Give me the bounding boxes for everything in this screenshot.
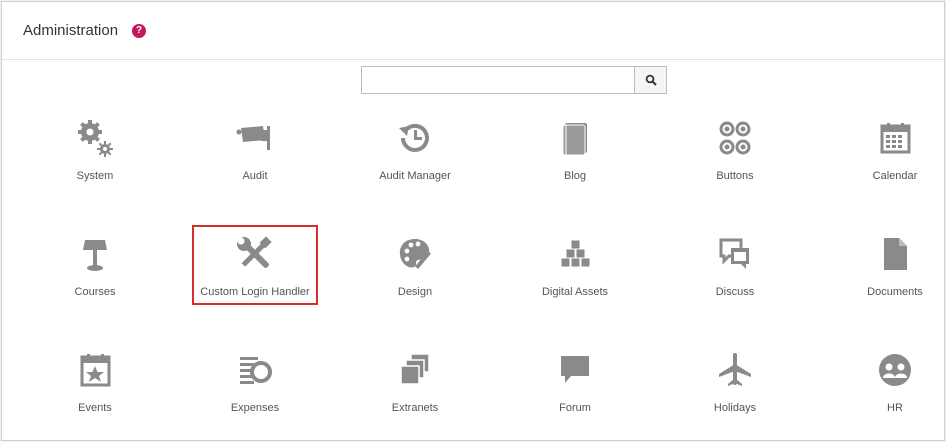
buttons-icon — [719, 121, 751, 155]
search-bar — [361, 66, 667, 94]
coins-icon — [240, 357, 272, 384]
tile-label: Extranets — [391, 402, 439, 414]
tile-buttons[interactable]: Buttons — [673, 114, 797, 194]
tile-label: Forum — [559, 402, 591, 414]
tile-label: Events — [78, 402, 112, 414]
palette-icon — [399, 239, 431, 269]
tile-label: Audit Manager — [379, 170, 451, 182]
tile-expenses[interactable]: Expenses — [193, 346, 317, 426]
document-icon — [884, 238, 907, 270]
tile-label: Custom Login Handler — [200, 286, 310, 298]
tile-documents[interactable]: Documents — [833, 230, 946, 310]
tile-design[interactable]: Design — [353, 230, 477, 310]
stacked-windows-icon — [400, 353, 430, 385]
tile-blog[interactable]: Blog — [513, 114, 637, 194]
airplane-icon — [719, 353, 751, 386]
tile-audit-manager[interactable]: Audit Manager — [353, 114, 477, 194]
tile-label: Courses — [74, 286, 116, 298]
notebook-icon — [562, 123, 587, 156]
panel-header: Administration ? — [2, 2, 944, 60]
lectern-icon — [83, 240, 107, 271]
tile-label: Calendar — [872, 170, 918, 182]
chat-bubbles-icon — [719, 238, 749, 269]
tile-label: Blog — [563, 170, 587, 182]
tile-events[interactable]: Events — [33, 346, 157, 426]
tile-label: Holidays — [713, 402, 757, 414]
tile-calendar[interactable]: Calendar — [833, 114, 946, 194]
search-input[interactable] — [361, 66, 634, 94]
calendar-star-icon — [80, 354, 111, 387]
security-camera-icon — [236, 126, 270, 150]
tile-label: Expenses — [230, 402, 280, 414]
help-icon[interactable]: ? — [132, 23, 147, 38]
tile-courses[interactable]: Courses — [33, 230, 157, 310]
search-icon — [645, 74, 657, 86]
tile-label: Digital Assets — [541, 286, 609, 298]
page-title: Administration — [23, 22, 119, 39]
tile-forum[interactable]: Forum — [513, 346, 637, 426]
tile-audit[interactable]: Audit — [193, 114, 317, 194]
tile-holidays[interactable]: Holidays — [673, 346, 797, 426]
speech-bubble-icon — [561, 356, 589, 383]
tile-digital-assets[interactable]: Digital Assets — [513, 230, 637, 310]
tile-system[interactable]: System — [33, 114, 157, 194]
tile-label: Buttons — [716, 170, 754, 182]
boxes-icon — [560, 239, 591, 268]
tile-label: Documents — [867, 286, 923, 298]
gears-icon — [78, 120, 113, 157]
tile-custom-login-handler[interactable]: Custom Login Handler — [193, 230, 317, 310]
tile-hr[interactable]: HR — [833, 346, 946, 426]
tile-extranets[interactable]: Extranets — [353, 346, 477, 426]
history-icon — [399, 123, 429, 152]
people-circle-icon — [879, 354, 911, 386]
tile-label: Audit — [242, 170, 268, 182]
calendar-icon — [880, 123, 911, 154]
tile-label: Discuss — [715, 286, 755, 298]
tile-label: Design — [397, 286, 433, 298]
wrench-screwdriver-icon — [237, 236, 272, 269]
tile-label: System — [76, 170, 114, 182]
tile-label: HR — [887, 402, 903, 414]
tile-discuss[interactable]: Discuss — [673, 230, 797, 310]
search-button[interactable] — [634, 66, 667, 94]
